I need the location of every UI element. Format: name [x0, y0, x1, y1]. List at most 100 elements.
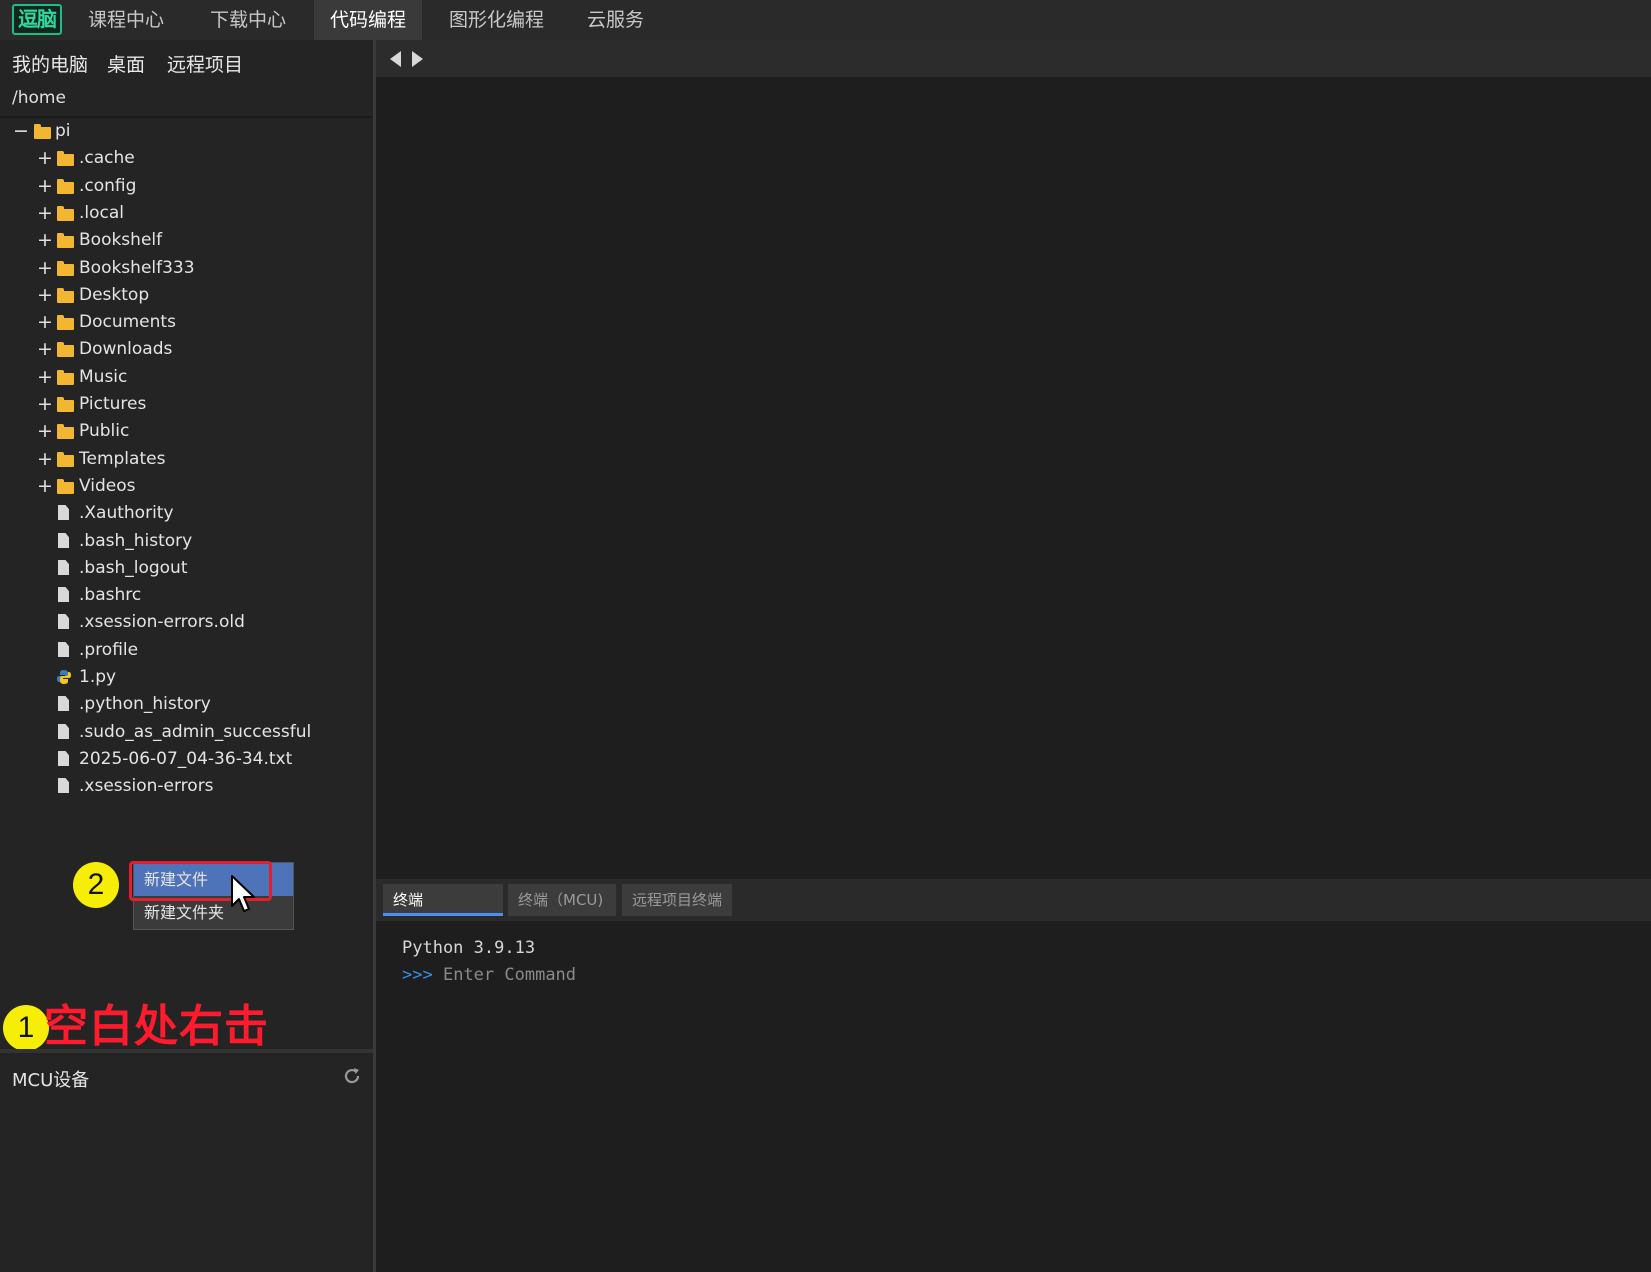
tree-folder-item[interactable]: + .cache	[0, 145, 373, 172]
nav-tab-code-programming[interactable]: 代码编程	[314, 0, 423, 40]
tree-item-label: Templates	[79, 449, 166, 469]
tree-file-item[interactable]: .profile	[0, 637, 373, 664]
source-tabs: 我的电脑 桌面 远程项目	[0, 40, 373, 82]
tree-folder-item[interactable]: + Pictures	[0, 391, 373, 418]
folder-icon	[57, 315, 74, 330]
file-icon	[58, 587, 69, 602]
collapse-icon[interactable]: −	[13, 118, 29, 145]
tree-folder-item[interactable]: + Bookshelf	[0, 227, 373, 254]
expand-icon[interactable]: +	[37, 364, 53, 391]
tree-item-label: Public	[79, 421, 130, 441]
tree-file-item[interactable]: .xsession-errors	[0, 773, 373, 800]
tab-terminal-mcu[interactable]: 终端（MCU)	[508, 884, 616, 916]
python-version-line: Python 3.9.13	[402, 938, 536, 958]
file-icon	[58, 778, 69, 793]
expand-icon[interactable]: +	[37, 391, 53, 418]
tab-terminal-python[interactable]: 终端（Python)	[383, 884, 503, 941]
folder-icon	[57, 342, 74, 357]
code-editor-area[interactable]	[376, 77, 1651, 879]
tree-file-item[interactable]: .Xauthority	[0, 500, 373, 527]
folder-icon	[57, 424, 74, 439]
tree-item-label: .local	[79, 203, 125, 223]
nav-tab-graphical-programming[interactable]: 图形化编程	[433, 0, 560, 40]
file-icon	[58, 505, 69, 520]
tree-item-label: .cache	[79, 148, 135, 168]
terminal-tab-bar: 终端（Python) 终端（MCU) 远程项目终端	[376, 879, 1651, 941]
expand-icon[interactable]: +	[37, 309, 53, 336]
tree-file-item[interactable]: 2025-06-07_04-36-34.txt	[0, 746, 373, 773]
mcu-devices-title: MCU设备	[12, 1070, 90, 1091]
tree-item-label: pi	[55, 121, 71, 141]
tree-file-item[interactable]: .bashrc	[0, 582, 373, 609]
tree-folder-item[interactable]: + .config	[0, 173, 373, 200]
expand-icon[interactable]: +	[37, 145, 53, 172]
tree-item-label: .bash_history	[79, 531, 193, 551]
refresh-icon[interactable]	[342, 1066, 362, 1086]
tree-folder-item[interactable]: + Documents	[0, 309, 373, 336]
tree-item-label: .xsession-errors.old	[79, 612, 245, 632]
scroll-tabs-right-icon[interactable]	[412, 51, 423, 67]
tree-item-label: .profile	[79, 640, 139, 660]
terminal-panel[interactable]: Python 3.9.13 >>>	[376, 921, 1651, 1272]
file-icon	[58, 696, 69, 711]
annotation-right-click-blank: 空白处右击	[44, 1001, 269, 1052]
step-2-callout: 2	[73, 862, 119, 908]
expand-icon[interactable]: +	[37, 418, 53, 445]
tree-folder-item[interactable]: + Bookshelf333	[0, 255, 373, 282]
tree-file-item[interactable]: .bash_history	[0, 528, 373, 555]
expand-icon[interactable]: +	[37, 173, 53, 200]
file-icon	[58, 533, 69, 548]
folder-icon	[57, 151, 74, 166]
source-tab-my-computer[interactable]: 我的电脑	[12, 50, 88, 77]
prompt-symbol: >>>	[402, 965, 433, 985]
tree-file-item[interactable]: .xsession-errors.old	[0, 609, 373, 636]
scroll-tabs-left-icon[interactable]	[390, 51, 401, 67]
nav-tab-download-center[interactable]: 下载中心	[194, 0, 302, 40]
tree-folder-item[interactable]: + Templates	[0, 446, 373, 473]
file-icon	[58, 614, 69, 629]
nav-tab-cloud-service[interactable]: 云服务	[571, 0, 660, 40]
tree-file-item[interactable]: 1.py	[0, 664, 373, 691]
folder-icon	[57, 452, 74, 467]
expand-icon[interactable]: +	[37, 473, 53, 500]
expand-icon[interactable]: +	[37, 255, 53, 282]
tree-item-label: .bash_logout	[79, 558, 188, 578]
tree-folder-item[interactable]: + Desktop	[0, 282, 373, 309]
mcu-section-divider	[0, 1049, 373, 1053]
app-logo[interactable]: 逗脑	[12, 4, 62, 35]
tree-folder-item[interactable]: + Videos	[0, 473, 373, 500]
tree-item-label: .python_history	[79, 694, 211, 714]
tree-root-folder[interactable]: − pi	[0, 118, 373, 145]
tree-item-label: Music	[79, 367, 128, 387]
tree-folder-item[interactable]: + Music	[0, 364, 373, 391]
editor-toolbar	[376, 40, 1651, 77]
expand-icon[interactable]: +	[37, 336, 53, 363]
tree-item-label: 2025-06-07_04-36-34.txt	[79, 749, 293, 769]
python-icon	[57, 670, 71, 684]
tree-folder-item[interactable]: + Public	[0, 418, 373, 445]
expand-icon[interactable]: +	[37, 227, 53, 254]
tree-file-item[interactable]: .sudo_as_admin_successful	[0, 719, 373, 746]
expand-icon[interactable]: +	[37, 200, 53, 227]
file-icon	[58, 642, 69, 657]
tree-item-label: Videos	[79, 476, 136, 496]
tree-folder-item[interactable]: + Downloads	[0, 336, 373, 363]
command-line: >>>	[402, 965, 1043, 985]
folder-icon	[57, 233, 74, 248]
expand-icon[interactable]: +	[37, 282, 53, 309]
file-icon	[58, 751, 69, 766]
source-tab-remote-projects[interactable]: 远程项目	[167, 50, 243, 77]
tree-folder-item[interactable]: + .local	[0, 200, 373, 227]
tree-file-item[interactable]: .python_history	[0, 691, 373, 718]
tab-remote-project-terminal[interactable]: 远程项目终端	[622, 884, 732, 916]
folder-icon	[57, 397, 74, 412]
folder-icon	[57, 370, 74, 385]
tree-item-label: .xsession-errors	[79, 776, 214, 796]
source-tab-desktop[interactable]: 桌面	[107, 50, 145, 77]
command-input[interactable]	[442, 965, 1043, 985]
expand-icon[interactable]: +	[37, 446, 53, 473]
tree-file-item[interactable]: .bash_logout	[0, 555, 373, 582]
folder-icon	[57, 261, 74, 276]
tree-item-label: Pictures	[79, 394, 147, 414]
nav-tab-course-center[interactable]: 课程中心	[72, 0, 180, 40]
